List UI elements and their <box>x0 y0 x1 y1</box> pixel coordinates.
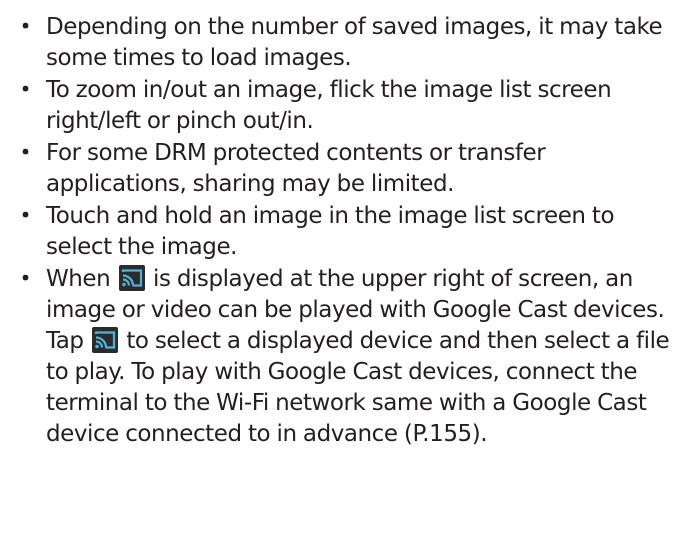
note-item-zoom: ・ To zoom in/out an image, flick the ima… <box>14 75 674 137</box>
note-text: To zoom in/out an image, flick the image… <box>46 77 612 134</box>
bullet: ・ <box>14 266 37 292</box>
note-text: Touch and hold an image in the image lis… <box>46 203 615 260</box>
note-text-part3: to select a displayed device and then se… <box>46 328 670 447</box>
bullet: ・ <box>14 140 37 166</box>
note-text: For some DRM protected contents or trans… <box>46 140 546 197</box>
note-item-google-cast: ・ When is displayed at the upper right o… <box>14 264 674 450</box>
notes-list: ・ Depending on the number of saved image… <box>14 12 674 450</box>
bullet: ・ <box>14 77 37 103</box>
bullet: ・ <box>14 203 37 229</box>
note-text-part1: When <box>46 266 111 292</box>
note-item-select: ・ Touch and hold an image in the image l… <box>14 201 674 263</box>
note-item-drm: ・ For some DRM protected contents or tra… <box>14 138 674 200</box>
google-cast-icon <box>118 265 145 291</box>
note-item-loading: ・ Depending on the number of saved image… <box>14 12 674 74</box>
note-text: Depending on the number of saved images,… <box>46 14 663 71</box>
google-cast-icon <box>91 327 118 353</box>
bullet: ・ <box>14 14 37 40</box>
